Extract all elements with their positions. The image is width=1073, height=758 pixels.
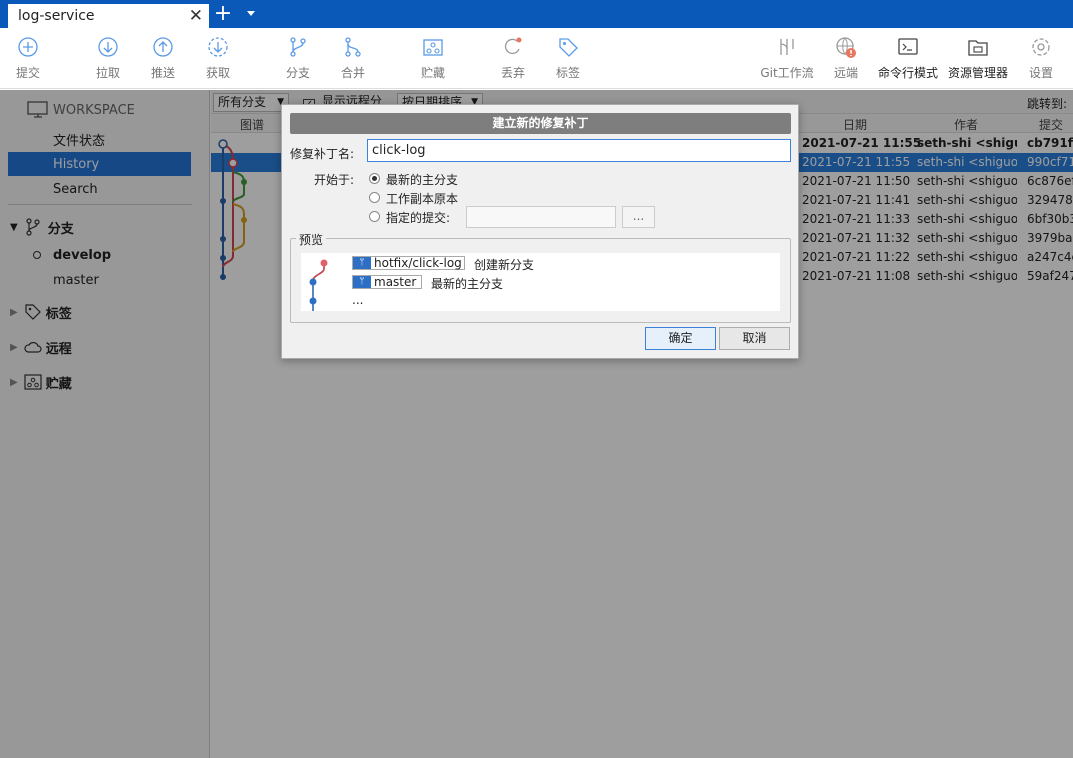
branch-icon: ᛘ [353, 276, 371, 288]
commit-button[interactable]: 提交 [3, 36, 53, 81]
tag-button[interactable]: 标签 [543, 36, 593, 81]
stash-button[interactable]: 贮藏 [408, 36, 458, 81]
terminal-button[interactable]: 命令行模式 [876, 36, 940, 81]
merge-icon [345, 37, 361, 57]
plus-circle-icon [18, 37, 38, 57]
radio-latest-production[interactable] [369, 173, 380, 184]
folder-icon [968, 40, 988, 56]
gear-icon [1032, 38, 1050, 56]
tab-menu-chevron-icon[interactable] [247, 11, 255, 16]
preview-graph [309, 259, 328, 311]
stash-icon [423, 39, 443, 56]
browse-commit-button[interactable]: ... [622, 206, 655, 228]
repo-tab[interactable]: log-service ✕ [8, 4, 209, 28]
new-hotfix-dialog: 建立新的修复补丁 修复补丁名: click-log 开始于: 最新的主分支 工作… [281, 104, 799, 359]
arrow-down-circle-icon [98, 37, 118, 57]
preview-more: ... [352, 293, 364, 307]
branch-icon: ᛘ [353, 257, 371, 269]
preview-new-branch-tag: ᛘ hotfix/click-log [352, 256, 465, 270]
remote-button[interactable]: 远端 [821, 36, 871, 81]
push-button[interactable]: 推送 [138, 36, 188, 81]
fetch-icon [208, 37, 228, 57]
ok-button[interactable]: 确定 [645, 327, 716, 350]
commit-field[interactable] [466, 206, 616, 228]
terminal-icon [898, 38, 918, 55]
toolbar: 提交 拉取 推送 获取 分支 合并 贮藏 丢弃 标签 Git工作流 远端 命令行… [0, 28, 1073, 89]
preview-master-tag: ᛘ master [352, 275, 422, 289]
cancel-button[interactable]: 取消 [719, 327, 790, 350]
new-tab-button[interactable]: + [213, 2, 233, 26]
branch-icon [290, 37, 306, 57]
title-bar: log-service ✕ + [0, 0, 1073, 28]
close-icon[interactable]: ✕ [189, 6, 203, 26]
radio-specific-commit[interactable] [369, 211, 380, 222]
preview-master-desc: 最新的主分支 [431, 277, 504, 291]
preview-label: 预览 [296, 231, 327, 248]
git-flow-button[interactable]: Git工作流 [760, 36, 814, 81]
discard-icon [504, 37, 522, 55]
arrow-up-circle-icon [153, 37, 173, 57]
radio-working-copy[interactable] [369, 192, 380, 203]
explorer-button[interactable]: 资源管理器 [946, 36, 1010, 81]
dialog-title: 建立新的修复补丁 [290, 113, 791, 134]
pull-button[interactable]: 拉取 [83, 36, 133, 81]
merge-button[interactable]: 合并 [328, 36, 378, 81]
fetch-button[interactable]: 获取 [193, 36, 243, 81]
repo-tab-title: log-service [18, 8, 95, 24]
settings-button[interactable]: 设置 [1016, 36, 1066, 81]
hotfix-name-label: 修复补丁名: [290, 147, 355, 161]
preview-area: ᛘ hotfix/click-log 创建新分支 ᛘ master 最新的主分支… [301, 253, 780, 311]
tag-icon [559, 38, 578, 57]
preview-new-branch-desc: 创建新分支 [474, 258, 535, 272]
hotfix-name-input[interactable]: click-log [367, 139, 791, 162]
git-flow-icon [780, 39, 794, 55]
globe-warning-icon [836, 37, 856, 58]
branch-button[interactable]: 分支 [273, 36, 323, 81]
start-at-label: 开始于: [314, 173, 355, 187]
discard-button[interactable]: 丢弃 [488, 36, 538, 81]
